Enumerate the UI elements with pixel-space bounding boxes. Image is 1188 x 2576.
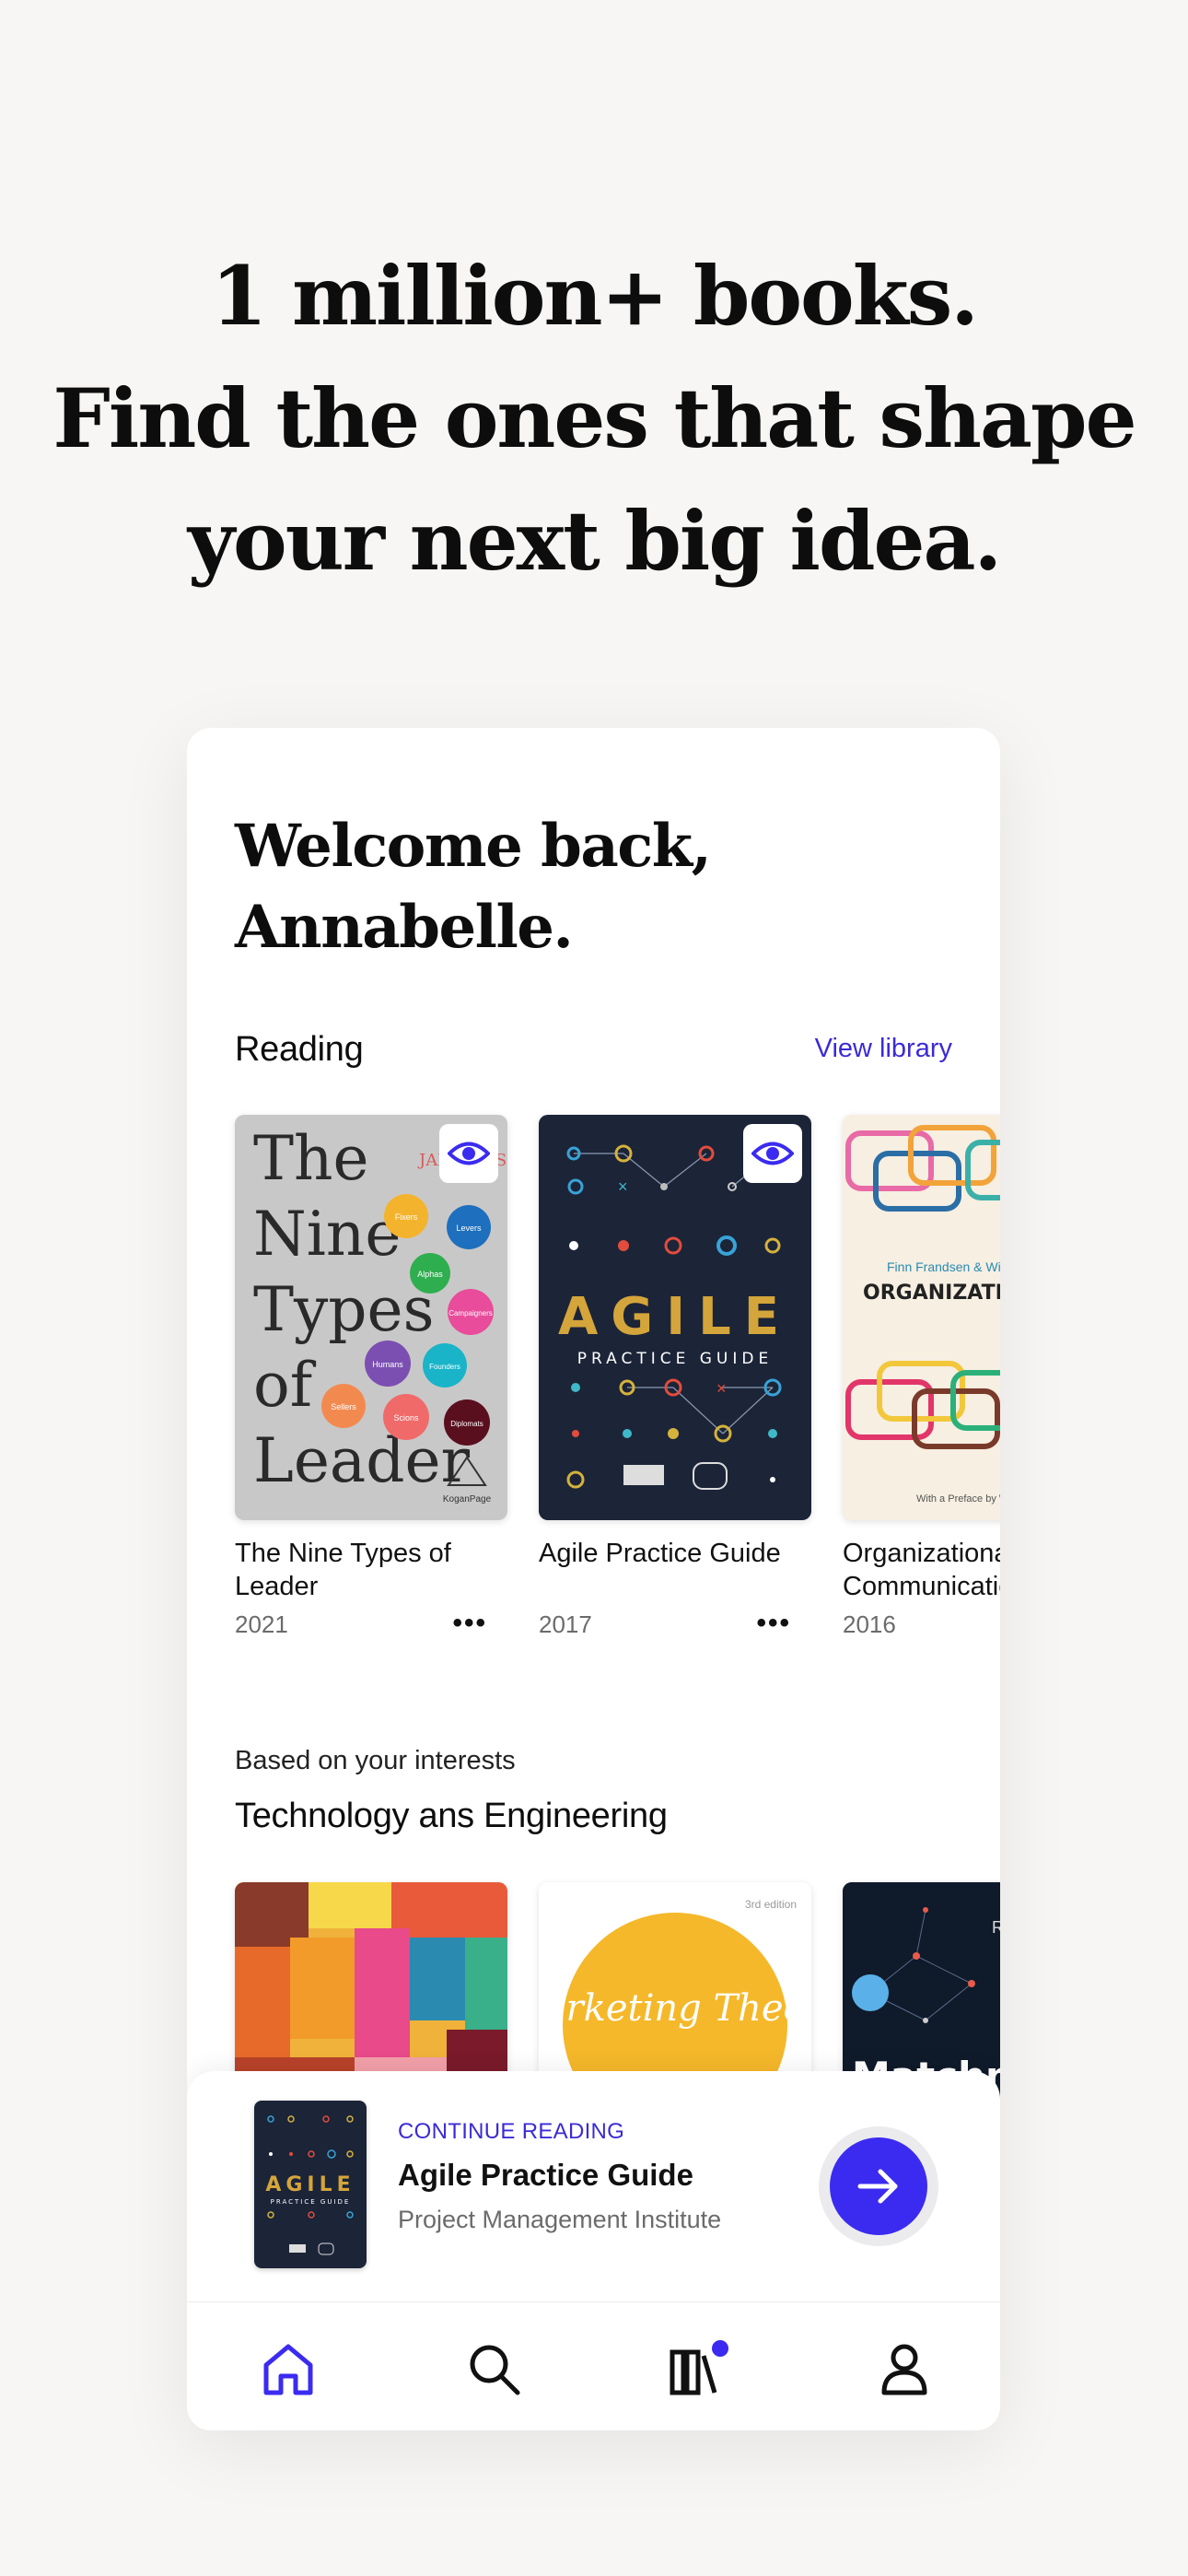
svg-text:Alphas: Alphas — [417, 1270, 443, 1279]
book-year: 2017 — [539, 1610, 592, 1638]
bottom-navigation — [187, 2301, 1000, 2430]
book-year: 2021 — [235, 1610, 288, 1638]
welcome-heading: Welcome back, Annabelle. — [235, 806, 712, 968]
continue-reading-title: Agile Practice Guide — [398, 2158, 693, 2192]
svg-text:PRACTICE GUIDE: PRACTICE GUIDE — [271, 2198, 351, 2206]
profile-icon — [881, 2344, 927, 2395]
svg-text:PRACTICE GUIDE: PRACTICE GUIDE — [577, 1350, 773, 1368]
svg-text:Founders: Founders — [429, 1363, 460, 1371]
interests-subtitle: Based on your interests — [235, 1746, 516, 1775]
svg-text:Nine: Nine — [253, 1199, 401, 1270]
continue-reading-card[interactable]: AGILE PRACTICE GUIDE CONTINUE READING Ag… — [187, 2071, 1000, 2301]
svg-text:With a Preface by W. Timothy C: With a Preface by W. Timothy Coombs — [916, 1493, 1000, 1505]
svg-text:Levers: Levers — [456, 1224, 482, 1233]
continue-reading-cover: AGILE PRACTICE GUIDE — [254, 2101, 367, 2268]
continue-reading-author: Project Management Institute — [398, 2206, 722, 2233]
svg-text:Scions: Scions — [393, 1413, 419, 1423]
preview-eye-button[interactable] — [439, 1124, 498, 1183]
svg-text:The: The — [253, 1123, 369, 1194]
svg-text:Fixers: Fixers — [395, 1212, 418, 1222]
book-cover[interactable]: The Nine Types of Leader JAMES ASHTON Fi… — [235, 1115, 507, 1520]
eye-icon — [448, 1142, 490, 1165]
svg-text:AGILE: AGILE — [558, 1287, 792, 1347]
book-cover[interactable]: × AGILE PRACTICE GUIDE × — [539, 1115, 811, 1520]
view-library-link[interactable]: View library — [815, 1034, 952, 1064]
book-year: 2016 — [843, 1610, 896, 1638]
headline-line-3: your next big idea. — [187, 493, 1002, 589]
svg-text:ORGANIZATIONAL CRISIS COMMUNIC: ORGANIZATIONAL CRISIS COMMUNICATION — [863, 1282, 1000, 1305]
headline: 1 million+ books. Find the ones that sha… — [0, 235, 1188, 603]
nav-search[interactable] — [457, 2332, 530, 2406]
svg-text:Campaigners: Campaigners — [448, 1309, 493, 1317]
svg-text:×: × — [618, 1177, 628, 1196]
app-screen: Welcome back, Annabelle. Reading View li… — [187, 728, 1000, 2430]
mini-agile-cover-art: AGILE PRACTICE GUIDE — [254, 2101, 367, 2268]
nav-home[interactable] — [251, 2332, 325, 2406]
book-title: Organizational Crisis Communication — [843, 1539, 1000, 1601]
more-options-icon[interactable]: ••• — [452, 1610, 487, 1637]
headline-line-1: 1 million+ books. — [211, 248, 979, 344]
svg-text:Sellers: Sellers — [331, 1402, 356, 1411]
library-icon — [670, 2340, 728, 2395]
home-icon — [263, 2344, 313, 2395]
arrow-right-icon — [857, 2169, 898, 2204]
interests-title: Technology ans Engineering — [235, 1797, 668, 1835]
book-title: Agile Practice Guide — [539, 1539, 781, 1568]
continue-reading-button[interactable] — [819, 2126, 938, 2246]
book-cover[interactable]: Finn Frandsen & Winni Johansen ORGANIZAT… — [843, 1115, 1000, 1520]
svg-text:Leader: Leader — [253, 1425, 471, 1496]
svg-text:AGILE: AGILE — [265, 2173, 355, 2196]
crisis-communication-cover-art: Finn Frandsen & Winni Johansen ORGANIZAT… — [845, 1125, 1000, 1505]
preview-eye-button[interactable] — [743, 1124, 802, 1183]
svg-text:Marketing Theory: Marketing Theory — [539, 1987, 811, 2030]
continue-reading-label: CONTINUE READING — [398, 2119, 625, 2144]
welcome-line-2: Annabelle. — [235, 893, 574, 962]
svg-text:Finn Frandsen & Winni Johansen: Finn Frandsen & Winni Johansen — [887, 1259, 1000, 1274]
book-title: The Nine Types of Leader — [235, 1539, 451, 1601]
nav-profile[interactable] — [868, 2332, 941, 2406]
svg-text:of: of — [253, 1350, 317, 1421]
eye-icon — [751, 1142, 794, 1165]
welcome-line-1: Welcome back, — [235, 812, 712, 881]
reading-section-title: Reading — [235, 1030, 364, 1069]
nav-library[interactable] — [663, 2332, 737, 2406]
svg-text:Diplomats: Diplomats — [450, 1420, 483, 1428]
svg-text:3rd edition: 3rd edition — [745, 1898, 797, 1911]
svg-text:×: × — [716, 1379, 727, 1398]
search-icon — [470, 2345, 520, 2395]
more-options-icon[interactable]: ••• — [756, 1610, 791, 1637]
headline-line-2: Find the ones that shape — [52, 370, 1136, 466]
svg-text:Humans: Humans — [372, 1360, 403, 1369]
svg-text:Types: Types — [253, 1274, 435, 1345]
svg-text:KoganPage: KoganPage — [443, 1494, 492, 1505]
svg-text:R: R — [992, 1918, 1000, 1937]
